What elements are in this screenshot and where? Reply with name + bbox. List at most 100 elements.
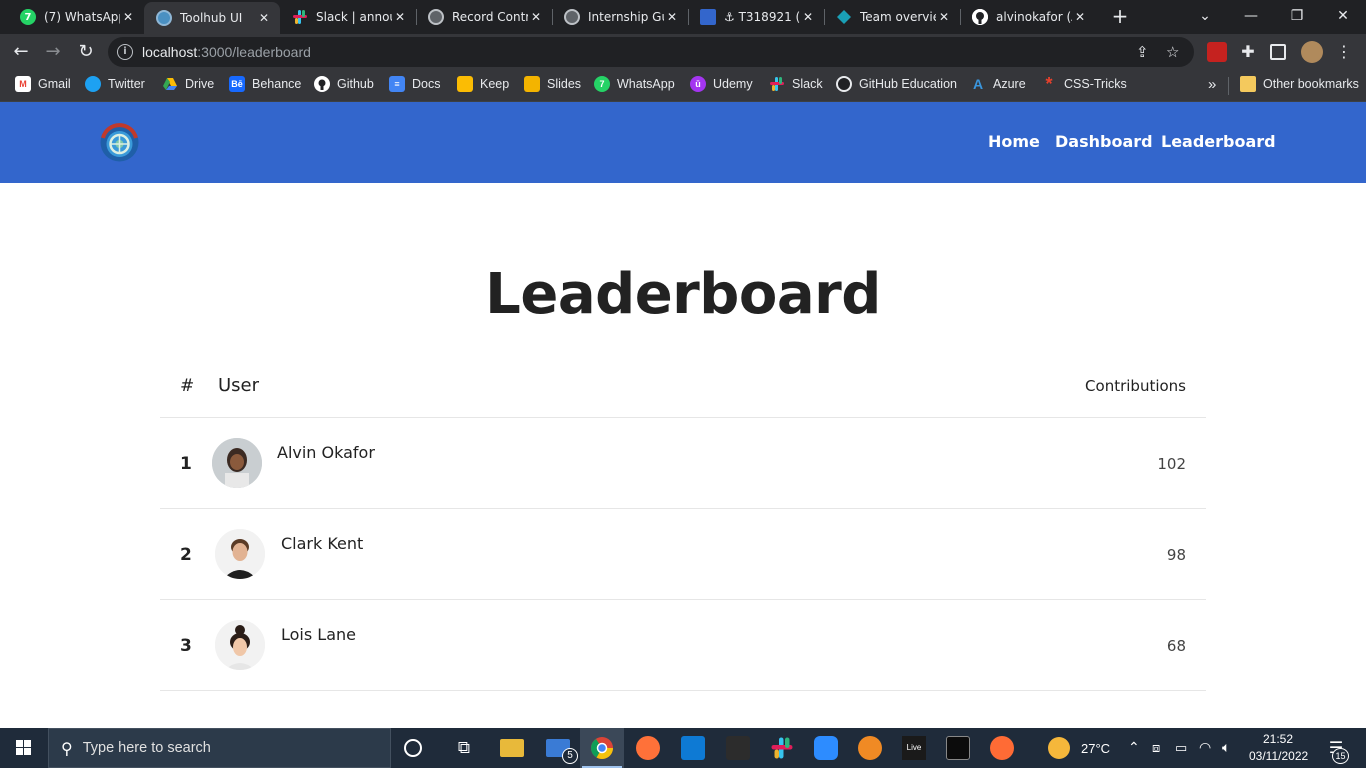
volume-icon[interactable]: 🔈︎ (1222, 739, 1230, 756)
tab-phabricator-task[interactable]: ⚓ T318921 ( ✕ (688, 0, 824, 34)
bookmark-github[interactable]: Github (314, 76, 374, 92)
bookmark-label: Other bookmarks (1263, 77, 1359, 91)
close-icon[interactable]: ✕ (800, 10, 816, 24)
new-tab-button[interactable]: + (1108, 4, 1132, 28)
weather-icon[interactable] (1048, 737, 1070, 759)
minimize-button[interactable]: — (1228, 0, 1274, 34)
arrow-right-icon: → (45, 41, 61, 62)
close-icon[interactable]: ✕ (1072, 10, 1088, 24)
chevron-up-icon[interactable]: ⌃ (1128, 739, 1140, 756)
terminal-icon[interactable] (946, 736, 970, 760)
globe-icon (428, 9, 444, 25)
forward-button[interactable]: → (41, 40, 65, 64)
nav-dashboard-link[interactable]: Dashboard (1055, 132, 1153, 151)
leaderboard-table: # User Contributions 1 Alvin Okafor 102 … (160, 360, 1206, 691)
user-name[interactable]: Alvin Okafor (277, 443, 375, 462)
bookmark-css-tricks[interactable]: * CSS-Tricks (1041, 74, 1126, 94)
table-header: # User Contributions (160, 360, 1206, 418)
user-name[interactable]: Clark Kent (281, 534, 363, 553)
close-window-button[interactable]: ✕ (1320, 0, 1366, 34)
toolhub-logo[interactable] (99, 122, 140, 163)
task-view-icon[interactable]: ⧉ (452, 736, 476, 760)
slack-icon[interactable] (770, 736, 794, 760)
start-button[interactable] (0, 728, 48, 768)
tab-search-button[interactable]: ⌄ (1182, 0, 1228, 34)
restore-button[interactable]: ❐ (1274, 0, 1320, 34)
slack-icon (769, 76, 785, 92)
reload-button[interactable]: ↻ (74, 40, 98, 64)
puzzle-icon[interactable]: ✚ (1238, 42, 1258, 62)
tab-record-contributions[interactable]: Record Contr ✕ (416, 0, 552, 34)
clock-date[interactable]: 03/11/2022 (1249, 749, 1308, 763)
profile-avatar[interactable] (1301, 41, 1323, 63)
bookmark-slides[interactable]: Slides (524, 76, 581, 92)
postman-icon[interactable] (990, 736, 1014, 760)
bookmark-udemy[interactable]: ū Udemy (690, 76, 753, 92)
other-bookmarks-folder[interactable]: Other bookmarks (1240, 76, 1359, 92)
bookmark-keep[interactable]: Keep (457, 76, 509, 92)
zoom-icon[interactable] (814, 736, 838, 760)
whatsapp-icon: 7 (20, 9, 36, 25)
user-name[interactable]: Lois Lane (281, 625, 356, 644)
gmail-icon: M (15, 76, 31, 92)
info-icon[interactable]: i (117, 44, 133, 60)
star-icon[interactable]: ☆ (1166, 43, 1179, 61)
table-row[interactable]: 3 Lois Lane 68 (160, 600, 1206, 691)
tab-internship-guide[interactable]: Internship Gu ✕ (552, 0, 688, 34)
figma-icon[interactable] (726, 736, 750, 760)
bookmark-drive[interactable]: Drive (162, 76, 214, 92)
contributions-cell: 68 (1166, 637, 1186, 655)
bookmark-behance[interactable]: Bē Behance (229, 76, 301, 92)
tab-whatsapp[interactable]: 7 (7) WhatsApp ✕ (8, 0, 144, 34)
bookmark-github-education[interactable]: GitHub Education (836, 76, 957, 92)
wifi-icon[interactable]: ◠ (1199, 739, 1211, 756)
nav-leaderboard-link[interactable]: Leaderboard (1161, 132, 1276, 151)
close-icon[interactable]: ✕ (936, 10, 952, 24)
close-icon[interactable]: ✕ (528, 10, 544, 24)
battery-icon[interactable]: ▭ (1175, 740, 1187, 756)
cortana-icon[interactable] (404, 739, 422, 757)
chrome-taskbar-button[interactable] (580, 728, 624, 768)
file-explorer-icon[interactable] (500, 739, 524, 757)
clock-time[interactable]: 21:52 (1263, 732, 1293, 746)
bookmark-azure[interactable]: A Azure (970, 76, 1026, 92)
side-panel-icon[interactable] (1270, 44, 1286, 60)
back-button[interactable]: ← (9, 40, 33, 64)
tab-team-overview[interactable]: Team overview ✕ (824, 0, 960, 34)
bookmark-docs[interactable]: ≡ Docs (389, 76, 440, 92)
vscode-icon[interactable] (681, 736, 705, 760)
chrome-icon (591, 737, 613, 759)
firefox-icon[interactable] (636, 736, 660, 760)
ableton-live-icon[interactable]: Live (902, 736, 926, 760)
kebab-menu-icon[interactable]: ⋮ (1334, 42, 1354, 62)
bookmark-slack[interactable]: Slack (769, 76, 823, 92)
more-bookmarks-button[interactable]: » (1208, 76, 1216, 93)
close-icon[interactable]: ✕ (664, 10, 680, 24)
address-bar[interactable]: i localhost:3000/leaderboard ⇪ ☆ (108, 37, 1194, 67)
weather-temperature[interactable]: 27°C (1081, 741, 1110, 756)
tab-toolhub[interactable]: Toolhub UI ✕ (144, 2, 280, 34)
close-icon[interactable]: ✕ (392, 10, 408, 24)
extension-red-icon[interactable] (1207, 42, 1227, 62)
avatar (215, 620, 265, 670)
phabricator-icon (700, 9, 716, 25)
azure-icon: A (972, 76, 984, 92)
bookmark-gmail[interactable]: M Gmail (15, 76, 71, 92)
fl-studio-icon[interactable] (858, 736, 882, 760)
tab-slack[interactable]: Slack | annou ✕ (280, 0, 416, 34)
meet-now-icon[interactable]: ⧈ (1152, 740, 1160, 756)
close-icon[interactable]: ✕ (120, 10, 136, 24)
bookmark-twitter[interactable]: Twitter (85, 76, 145, 92)
url-text[interactable]: localhost:3000/leaderboard (142, 44, 311, 60)
close-icon[interactable]: ✕ (256, 11, 272, 25)
anchor-icon: ⚓ (724, 10, 739, 24)
nav-home-link[interactable]: Home (988, 132, 1040, 151)
table-row[interactable]: 2 Clark Kent 98 (160, 509, 1206, 600)
tab-github-profile[interactable]: alvinokafor (A ✕ (960, 0, 1096, 34)
table-row[interactable]: 1 Alvin Okafor 102 (160, 418, 1206, 509)
taskbar-search-box[interactable]: ⚲ Type here to search (48, 728, 391, 768)
tab-title: ⚓ T318921 ( (724, 10, 800, 24)
avatar (215, 529, 265, 579)
bookmark-whatsapp[interactable]: 7 WhatsApp (594, 76, 675, 92)
share-icon[interactable]: ⇪ (1136, 43, 1149, 61)
